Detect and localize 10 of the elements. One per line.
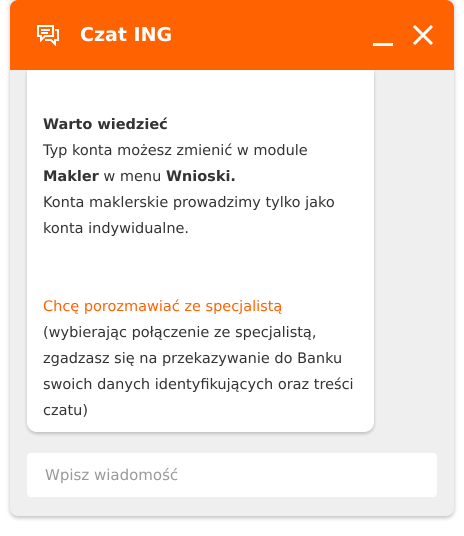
message-text: Typ konta możesz zmienić w module Makler w menu Wnioski. [43, 142, 309, 187]
minimize-icon [372, 43, 394, 46]
chat-icon [36, 24, 60, 46]
consent-note: (wybierając połączenie ze specjalistą, zgadzasz się na przekazywanie do Banku swoich danych identyfikujących oraz treści czatu) [43, 324, 355, 421]
window-title: Czat ING [80, 24, 174, 46]
specialist-link[interactable]: Chcę porozmawiać ze specjalistą [43, 294, 360, 320]
close-icon [412, 24, 434, 46]
message-input[interactable]: Wpisz wiadomość [27, 453, 437, 497]
message-text: Konta maklerskie prowadzimy tylko jako konta indywidualne. [43, 194, 336, 239]
message-heading: Warto wiedzieć [43, 116, 169, 135]
